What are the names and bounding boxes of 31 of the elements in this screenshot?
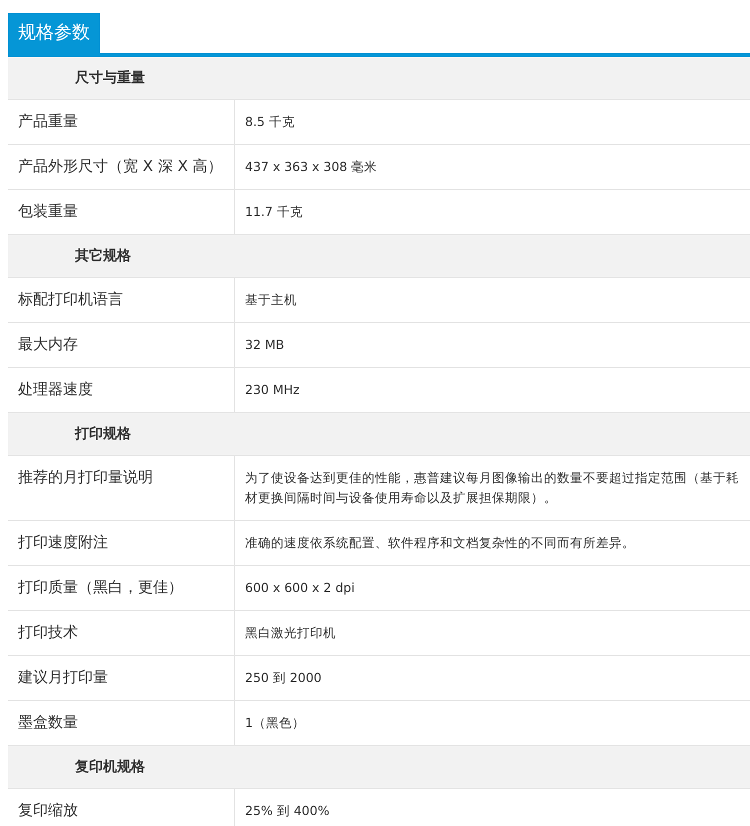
spec-value: 600 x 600 x 2 dpi: [244, 579, 356, 597]
spec-value: 1（黑色）: [244, 714, 306, 732]
spec-label: 包装重量: [8, 190, 235, 234]
spec-value: 8.5 千克: [244, 113, 296, 131]
spec-label: 处理器速度: [8, 368, 235, 412]
spec-label: 打印质量（黑白，更佳）: [8, 566, 235, 610]
spec-value: 准确的速度依系统配置、软件程序和文档复杂性的不同而有所差异。: [244, 534, 636, 552]
spec-value: 437 x 363 x 308 毫米: [244, 158, 378, 176]
spec-value: 11.7 千克: [244, 203, 304, 221]
spec-value: 黑白激光打印机: [244, 624, 337, 642]
spec-label: 墨盒数量: [8, 701, 235, 745]
spec-value: 250 到 2000: [244, 669, 323, 687]
spec-value: 230 MHz: [244, 381, 301, 399]
specs-tab[interactable]: 规格参数: [8, 13, 100, 53]
spec-label: 建议月打印量: [8, 656, 235, 700]
spec-label: 产品外形尺寸（宽 X 深 X 高）: [8, 145, 235, 189]
section-heading: 尺寸与重量: [8, 57, 750, 100]
spec-value: 25% 到 400%: [244, 802, 330, 820]
spec-label: 打印速度附注: [8, 521, 235, 565]
spec-label: 产品重量: [8, 100, 235, 144]
spec-label: 最大内存: [8, 323, 235, 367]
section-heading: 复印机规格: [8, 746, 750, 789]
spec-value: 基于主机: [244, 291, 298, 309]
spec-label: 复印缩放: [8, 789, 235, 826]
section-heading: 其它规格: [8, 235, 750, 278]
spec-value: 为了使设备达到更佳的性能，惠普建议每月图像输出的数量不要超过指定范围（基于耗材更换间隔时间与设备使用寿命以及扩展担保期限）。: [244, 469, 740, 507]
section-heading: 打印规格: [8, 413, 750, 456]
spec-label: 推荐的月打印量说明: [8, 456, 235, 520]
spec-label: 标配打印机语言: [8, 278, 235, 322]
spec-value: 32 MB: [244, 336, 286, 354]
spec-label: 打印技术: [8, 611, 235, 655]
